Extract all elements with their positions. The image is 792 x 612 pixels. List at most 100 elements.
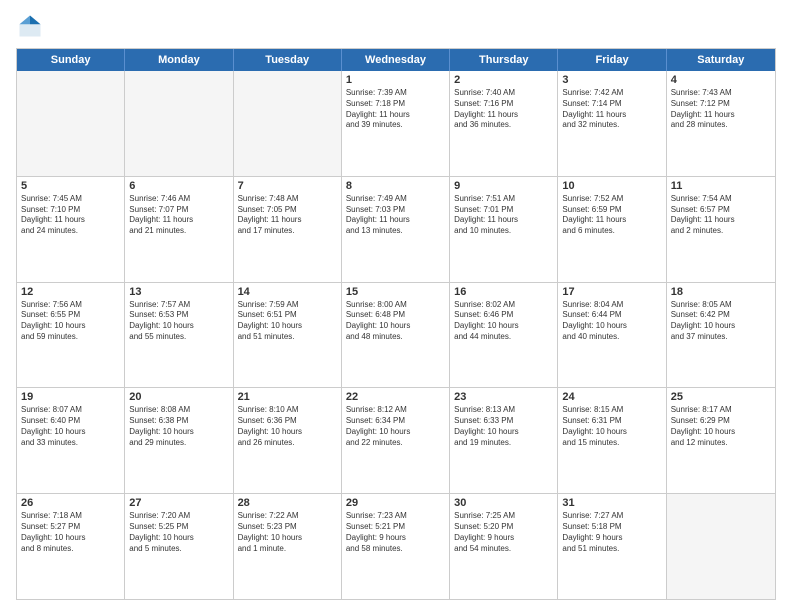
day-number: 13 xyxy=(129,286,228,298)
calendar-week-2: 5 Sunrise: 7:45 AM Sunset: 7:10 PM Daylig… xyxy=(17,177,775,283)
calendar-week-4: 19 Sunrise: 8:07 AM Sunset: 6:40 PM Dayli… xyxy=(17,388,775,494)
calendar-day-31: 31 Sunrise: 7:27 AM Sunset: 5:18 PM Dayli… xyxy=(558,494,666,599)
calendar-day-15: 15Sunrise: 8:00 AM Sunset: 6:48 PM Dayli… xyxy=(342,283,450,388)
calendar-day-28: 28 Sunrise: 7:22 AM Sunset: 5:23 PM Dayli… xyxy=(234,494,342,599)
calendar-day-14: 14 Sunrise: 7:59 AM Sunset: 6:51 PM Dayli… xyxy=(234,283,342,388)
calendar-day-20: 20 Sunrise: 8:08 AM Sunset: 6:38 PM Dayli… xyxy=(125,388,233,493)
day-number: 10 xyxy=(562,180,661,192)
calendar-header: SundayMondayTuesdayWednesdayThursdayFrid… xyxy=(17,49,775,71)
calendar-week-1: 1 Sunrise: 7:39 AM Sunset: 7:18 PM Daylig… xyxy=(17,71,775,177)
calendar-day-11: 11 Sunrise: 7:54 AM Sunset: 6:57 PM Dayli… xyxy=(667,177,775,282)
day-number: 17 xyxy=(562,286,661,298)
calendar-day-12: 12 Sunrise: 7:56 AM Sunset: 6:55 PM Dayli… xyxy=(17,283,125,388)
day-number: 3 xyxy=(562,74,661,86)
calendar-week-3: 12 Sunrise: 7:56 AM Sunset: 6:55 PM Dayli… xyxy=(17,283,775,389)
calendar-day-5: 5 Sunrise: 7:45 AM Sunset: 7:10 PM Daylig… xyxy=(17,177,125,282)
day-number: 30 xyxy=(454,497,553,509)
calendar-day-6: 6 Sunrise: 7:46 AM Sunset: 7:07 PM Daylig… xyxy=(125,177,233,282)
day-number: 22 xyxy=(346,391,445,403)
day-info: Sunrise: 7:56 AM Sunset: 6:55 PM Dayligh… xyxy=(21,300,120,343)
day-number: 9 xyxy=(454,180,553,192)
day-number: 7 xyxy=(238,180,337,192)
calendar-day-8: 8Sunrise: 7:49 AM Sunset: 7:03 PM Daylig… xyxy=(342,177,450,282)
calendar: SundayMondayTuesdayWednesdayThursdayFrid… xyxy=(16,48,776,600)
day-info: Sunrise: 7:59 AM Sunset: 6:51 PM Dayligh… xyxy=(238,300,337,343)
day-info: Sunrise: 7:43 AM Sunset: 7:12 PM Dayligh… xyxy=(671,88,771,131)
day-number: 20 xyxy=(129,391,228,403)
day-info: Sunrise: 7:42 AM Sunset: 7:14 PM Dayligh… xyxy=(562,88,661,131)
day-number: 26 xyxy=(21,497,120,509)
logo-icon xyxy=(16,12,44,40)
day-info: Sunrise: 8:07 AM Sunset: 6:40 PM Dayligh… xyxy=(21,405,120,448)
day-number: 11 xyxy=(671,180,771,192)
day-info: Sunrise: 7:49 AM Sunset: 7:03 PM Dayligh… xyxy=(346,194,445,237)
header-day-tuesday: Tuesday xyxy=(234,49,342,71)
header-day-thursday: Thursday xyxy=(450,49,558,71)
calendar-day-4: 4 Sunrise: 7:43 AM Sunset: 7:12 PM Daylig… xyxy=(667,71,775,176)
day-number: 12 xyxy=(21,286,120,298)
day-info: Sunrise: 8:08 AM Sunset: 6:38 PM Dayligh… xyxy=(129,405,228,448)
header-day-sunday: Sunday xyxy=(17,49,125,71)
day-number: 14 xyxy=(238,286,337,298)
day-info: Sunrise: 7:20 AM Sunset: 5:25 PM Dayligh… xyxy=(129,511,228,554)
header-day-monday: Monday xyxy=(125,49,233,71)
day-info: Sunrise: 7:57 AM Sunset: 6:53 PM Dayligh… xyxy=(129,300,228,343)
day-info: Sunrise: 7:54 AM Sunset: 6:57 PM Dayligh… xyxy=(671,194,771,237)
day-info: Sunrise: 8:00 AM Sunset: 6:48 PM Dayligh… xyxy=(346,300,445,343)
day-info: Sunrise: 8:12 AM Sunset: 6:34 PM Dayligh… xyxy=(346,405,445,448)
day-number: 28 xyxy=(238,497,337,509)
day-info: Sunrise: 8:02 AM Sunset: 6:46 PM Dayligh… xyxy=(454,300,553,343)
day-number: 31 xyxy=(562,497,661,509)
day-number: 1 xyxy=(346,74,445,86)
header-day-friday: Friday xyxy=(558,49,666,71)
calendar-day-18: 18Sunrise: 8:05 AM Sunset: 6:42 PM Dayli… xyxy=(667,283,775,388)
day-info: Sunrise: 7:18 AM Sunset: 5:27 PM Dayligh… xyxy=(21,511,120,554)
calendar-empty-cell xyxy=(234,71,342,176)
calendar-day-22: 22 Sunrise: 8:12 AM Sunset: 6:34 PM Dayli… xyxy=(342,388,450,493)
day-number: 4 xyxy=(671,74,771,86)
day-number: 21 xyxy=(238,391,337,403)
day-number: 24 xyxy=(562,391,661,403)
day-number: 2 xyxy=(454,74,553,86)
calendar-day-23: 23 Sunrise: 8:13 AM Sunset: 6:33 PM Dayli… xyxy=(450,388,558,493)
day-info: Sunrise: 7:46 AM Sunset: 7:07 PM Dayligh… xyxy=(129,194,228,237)
calendar-empty-cell xyxy=(667,494,775,599)
day-number: 16 xyxy=(454,286,553,298)
calendar-day-30: 30 Sunrise: 7:25 AM Sunset: 5:20 PM Dayli… xyxy=(450,494,558,599)
day-number: 19 xyxy=(21,391,120,403)
day-number: 5 xyxy=(21,180,120,192)
day-number: 18 xyxy=(671,286,771,298)
day-number: 27 xyxy=(129,497,228,509)
day-info: Sunrise: 7:52 AM Sunset: 6:59 PM Dayligh… xyxy=(562,194,661,237)
day-number: 6 xyxy=(129,180,228,192)
day-info: Sunrise: 7:23 AM Sunset: 5:21 PM Dayligh… xyxy=(346,511,445,554)
calendar-week-5: 26 Sunrise: 7:18 AM Sunset: 5:27 PM Dayli… xyxy=(17,494,775,599)
day-info: Sunrise: 7:25 AM Sunset: 5:20 PM Dayligh… xyxy=(454,511,553,554)
calendar-day-2: 2 Sunrise: 7:40 AM Sunset: 7:16 PM Daylig… xyxy=(450,71,558,176)
calendar-day-19: 19 Sunrise: 8:07 AM Sunset: 6:40 PM Dayli… xyxy=(17,388,125,493)
page: SundayMondayTuesdayWednesdayThursdayFrid… xyxy=(0,0,792,612)
day-info: Sunrise: 8:13 AM Sunset: 6:33 PM Dayligh… xyxy=(454,405,553,448)
logo xyxy=(16,12,48,40)
day-info: Sunrise: 7:22 AM Sunset: 5:23 PM Dayligh… xyxy=(238,511,337,554)
header xyxy=(16,12,776,40)
calendar-day-17: 17Sunrise: 8:04 AM Sunset: 6:44 PM Dayli… xyxy=(558,283,666,388)
calendar-day-27: 27 Sunrise: 7:20 AM Sunset: 5:25 PM Dayli… xyxy=(125,494,233,599)
header-day-saturday: Saturday xyxy=(667,49,775,71)
day-info: Sunrise: 7:45 AM Sunset: 7:10 PM Dayligh… xyxy=(21,194,120,237)
day-info: Sunrise: 7:39 AM Sunset: 7:18 PM Dayligh… xyxy=(346,88,445,131)
calendar-day-1: 1 Sunrise: 7:39 AM Sunset: 7:18 PM Daylig… xyxy=(342,71,450,176)
calendar-day-13: 13 Sunrise: 7:57 AM Sunset: 6:53 PM Dayli… xyxy=(125,283,233,388)
day-info: Sunrise: 8:17 AM Sunset: 6:29 PM Dayligh… xyxy=(671,405,771,448)
day-info: Sunrise: 7:27 AM Sunset: 5:18 PM Dayligh… xyxy=(562,511,661,554)
day-info: Sunrise: 7:51 AM Sunset: 7:01 PM Dayligh… xyxy=(454,194,553,237)
calendar-day-25: 25Sunrise: 8:17 AM Sunset: 6:29 PM Dayli… xyxy=(667,388,775,493)
calendar-day-26: 26 Sunrise: 7:18 AM Sunset: 5:27 PM Dayli… xyxy=(17,494,125,599)
calendar-empty-cell xyxy=(125,71,233,176)
day-info: Sunrise: 8:15 AM Sunset: 6:31 PM Dayligh… xyxy=(562,405,661,448)
header-day-wednesday: Wednesday xyxy=(342,49,450,71)
calendar-day-7: 7Sunrise: 7:48 AM Sunset: 7:05 PM Daylig… xyxy=(234,177,342,282)
day-number: 29 xyxy=(346,497,445,509)
day-number: 23 xyxy=(454,391,553,403)
day-info: Sunrise: 7:40 AM Sunset: 7:16 PM Dayligh… xyxy=(454,88,553,131)
